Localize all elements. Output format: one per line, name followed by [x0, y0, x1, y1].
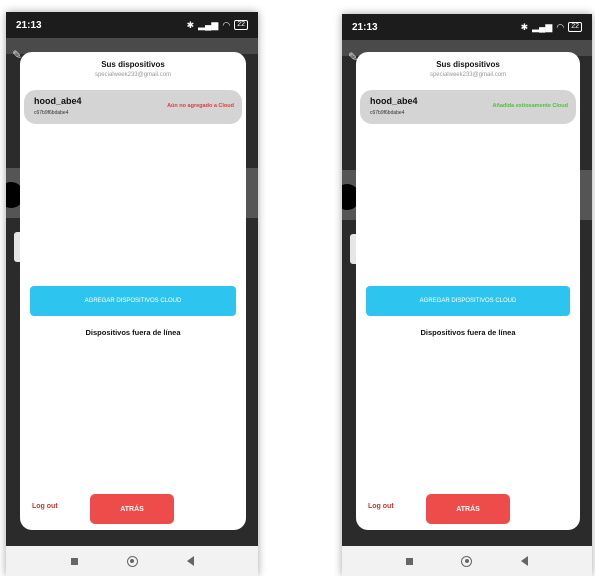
battery-icon: 22	[568, 22, 582, 32]
device-id: c67b9f6bdabe4	[34, 110, 69, 116]
signal-icon: ▂▄▆	[198, 19, 219, 30]
navigation-bar	[342, 546, 592, 576]
add-cloud-devices-button[interactable]: AGREGAR DISPOSITIVOS CLOUD	[30, 286, 236, 316]
back-arrow-icon[interactable]	[520, 556, 528, 566]
back-button[interactable]: ATRÁS	[426, 494, 510, 524]
logout-link[interactable]: Log out	[32, 503, 58, 510]
recent-apps-icon[interactable]	[70, 557, 78, 565]
status-bar: 21:13 ✱ ▂▄▆ ◠ 22	[342, 14, 592, 40]
navigation-bar	[6, 546, 258, 576]
wifi-icon: ◠	[222, 19, 231, 30]
bluetooth-icon: ✱	[520, 21, 529, 32]
modal-title: Sus dispositivos	[101, 60, 165, 69]
back-button[interactable]: ATRÁS	[90, 494, 174, 524]
offline-devices-title: Dispositivos fuera de línea	[420, 328, 516, 337]
back-arrow-icon[interactable]	[186, 556, 194, 566]
device-name: hood_abe4	[34, 96, 82, 106]
signal-icon: ▂▄▆	[532, 21, 553, 32]
status-time: 21:13	[352, 21, 378, 33]
status-time: 21:13	[16, 19, 42, 31]
status-icons: ✱ ▂▄▆ ◠ 22	[187, 20, 248, 31]
logout-link[interactable]: Log out	[368, 503, 394, 510]
device-row[interactable]: hood_abe4 c67b9f6bdabe4 Aún no agregado …	[24, 90, 242, 124]
phone-screen-left: 21:13 ✱ ▂▄▆ ◠ 22 ✎ Sus dispositivos spec…	[6, 12, 258, 576]
bluetooth-icon: ✱	[186, 19, 195, 30]
device-id: c67b9f6bdabe4	[370, 110, 405, 116]
account-email: specialweek233@gmail.com	[429, 72, 507, 78]
add-cloud-devices-button[interactable]: AGREGAR DISPOSITIVOS CLOUD	[366, 286, 570, 316]
home-icon[interactable]	[461, 555, 473, 567]
device-name: hood_abe4	[370, 96, 418, 106]
offline-devices-title: Dispositivos fuera de línea	[85, 328, 181, 337]
device-status: Aún no agregado a Cloud	[167, 103, 234, 109]
account-email: specialweek233@gmail.com	[94, 72, 172, 78]
status-icons: ✱ ▂▄▆ ◠ 22	[521, 22, 582, 33]
device-status: Añadida exitosamente Cloud	[492, 103, 569, 109]
battery-icon: 22	[234, 20, 248, 30]
device-row[interactable]: hood_abe4 c67b9f6bdabe4 Añadida exitosam…	[360, 90, 576, 124]
devices-modal: Sus dispositivos specialweek233@gmail.co…	[356, 52, 580, 530]
wifi-icon: ◠	[556, 21, 565, 32]
status-bar: 21:13 ✱ ▂▄▆ ◠ 22	[6, 12, 258, 38]
home-icon[interactable]	[126, 555, 138, 567]
phone-screen-right: 21:13 ✱ ▂▄▆ ◠ 22 ✎ Sus dispositivos spec…	[342, 14, 592, 576]
devices-modal: Sus dispositivos specialweek233@gmail.co…	[20, 52, 246, 530]
modal-title: Sus dispositivos	[436, 60, 500, 69]
recent-apps-icon[interactable]	[406, 557, 414, 565]
